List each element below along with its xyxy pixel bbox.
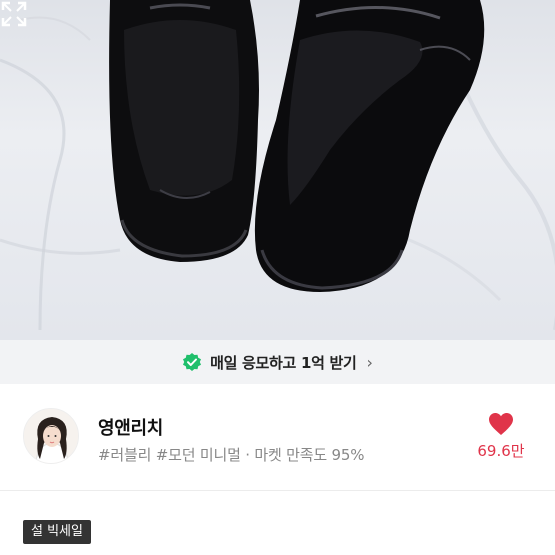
promo-text: 매일 응모하고 1억 받기 [210, 353, 357, 372]
sale-badge: 설 빅세일 [23, 520, 91, 544]
like-count: 69.6만 [477, 442, 525, 460]
avatar-illustration [24, 409, 78, 463]
section-divider [0, 490, 555, 491]
store-tags: #러블리 #모던 미니멀 · 마켓 만족도 95% [98, 446, 365, 464]
store-avatar[interactable] [23, 408, 79, 464]
product-photo[interactable] [0, 0, 555, 340]
chevron-right-icon: › [366, 352, 373, 372]
store-info-section: 영앤리치 #러블리 #모던 미니멀 · 마켓 만족도 95% 69.6만 [0, 384, 555, 490]
store-name[interactable]: 영앤리치 [98, 414, 163, 440]
heart-icon [489, 413, 513, 435]
expand-icon[interactable] [0, 0, 28, 28]
daily-entry-promo-banner[interactable]: 매일 응모하고 1억 받기 › [0, 340, 555, 384]
loafer-shoes-image [0, 0, 555, 331]
like-button[interactable]: 69.6만 [471, 412, 531, 461]
check-badge-icon [183, 353, 202, 371]
